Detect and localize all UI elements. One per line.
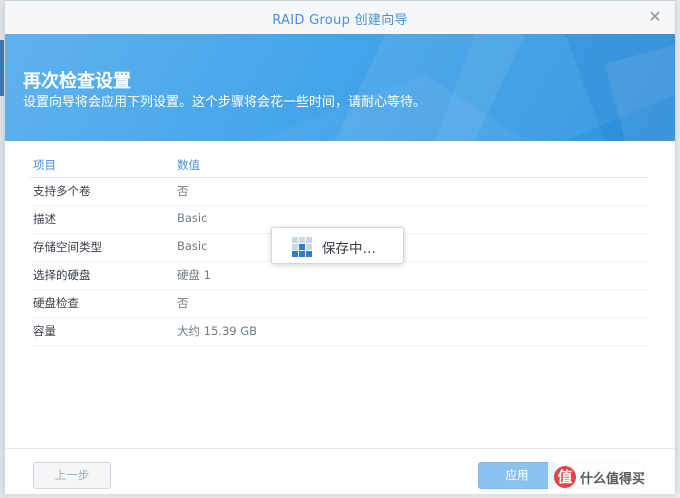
watermark: 值 什么值得买 [548, 460, 674, 494]
column-header-value: 数值 [177, 158, 200, 172]
row-item: 存储空间类型 [33, 240, 102, 254]
table-row: 容量 大约 15.39 GB [29, 318, 649, 346]
title-bar: RAID Group 创建向导 ✕ [5, 1, 675, 35]
row-value: 否 [177, 184, 189, 198]
row-item: 选择的硬盘 [33, 268, 91, 282]
table-row: 硬盘检查 否 [29, 290, 649, 318]
table-row: 支持多个卷 否 [29, 178, 649, 206]
saving-text: 保存中… [322, 241, 376, 257]
row-value: 大约 15.39 GB [177, 324, 258, 338]
row-item: 容量 [33, 324, 56, 338]
watermark-text: 什么值得买 [580, 472, 646, 487]
previous-button[interactable]: 上一步 [33, 462, 111, 489]
row-item: 硬盘检查 [33, 296, 79, 310]
saving-overlay: 保存中… [271, 227, 404, 264]
row-item: 描述 [33, 212, 56, 226]
row-value: Basic [177, 239, 208, 253]
window-title: RAID Group 创建向导 [272, 13, 408, 28]
page-subtitle: 设置向导将会应用下列设置。这个步骤将会花一些时间，请耐心等待。 [23, 95, 427, 110]
page-title: 再次检查设置 [23, 71, 131, 92]
row-value: Basic [177, 211, 208, 225]
table-header: 项目 数值 [29, 153, 649, 178]
table-row: 选择的硬盘 硬盘 1 [29, 262, 649, 290]
loading-tiles-icon [292, 237, 312, 257]
close-icon[interactable]: ✕ [645, 7, 665, 27]
watermark-logo-icon: 值 [554, 466, 576, 488]
apply-button[interactable]: 应用 [478, 462, 556, 489]
row-item: 支持多个卷 [33, 184, 91, 198]
column-header-item: 项目 [33, 158, 56, 172]
row-value: 硬盘 1 [177, 268, 211, 282]
row-value: 否 [177, 296, 189, 310]
wizard-banner: 再次检查设置 设置向导将会应用下列设置。这个步骤将会花一些时间，请耐心等待。 [5, 34, 675, 141]
